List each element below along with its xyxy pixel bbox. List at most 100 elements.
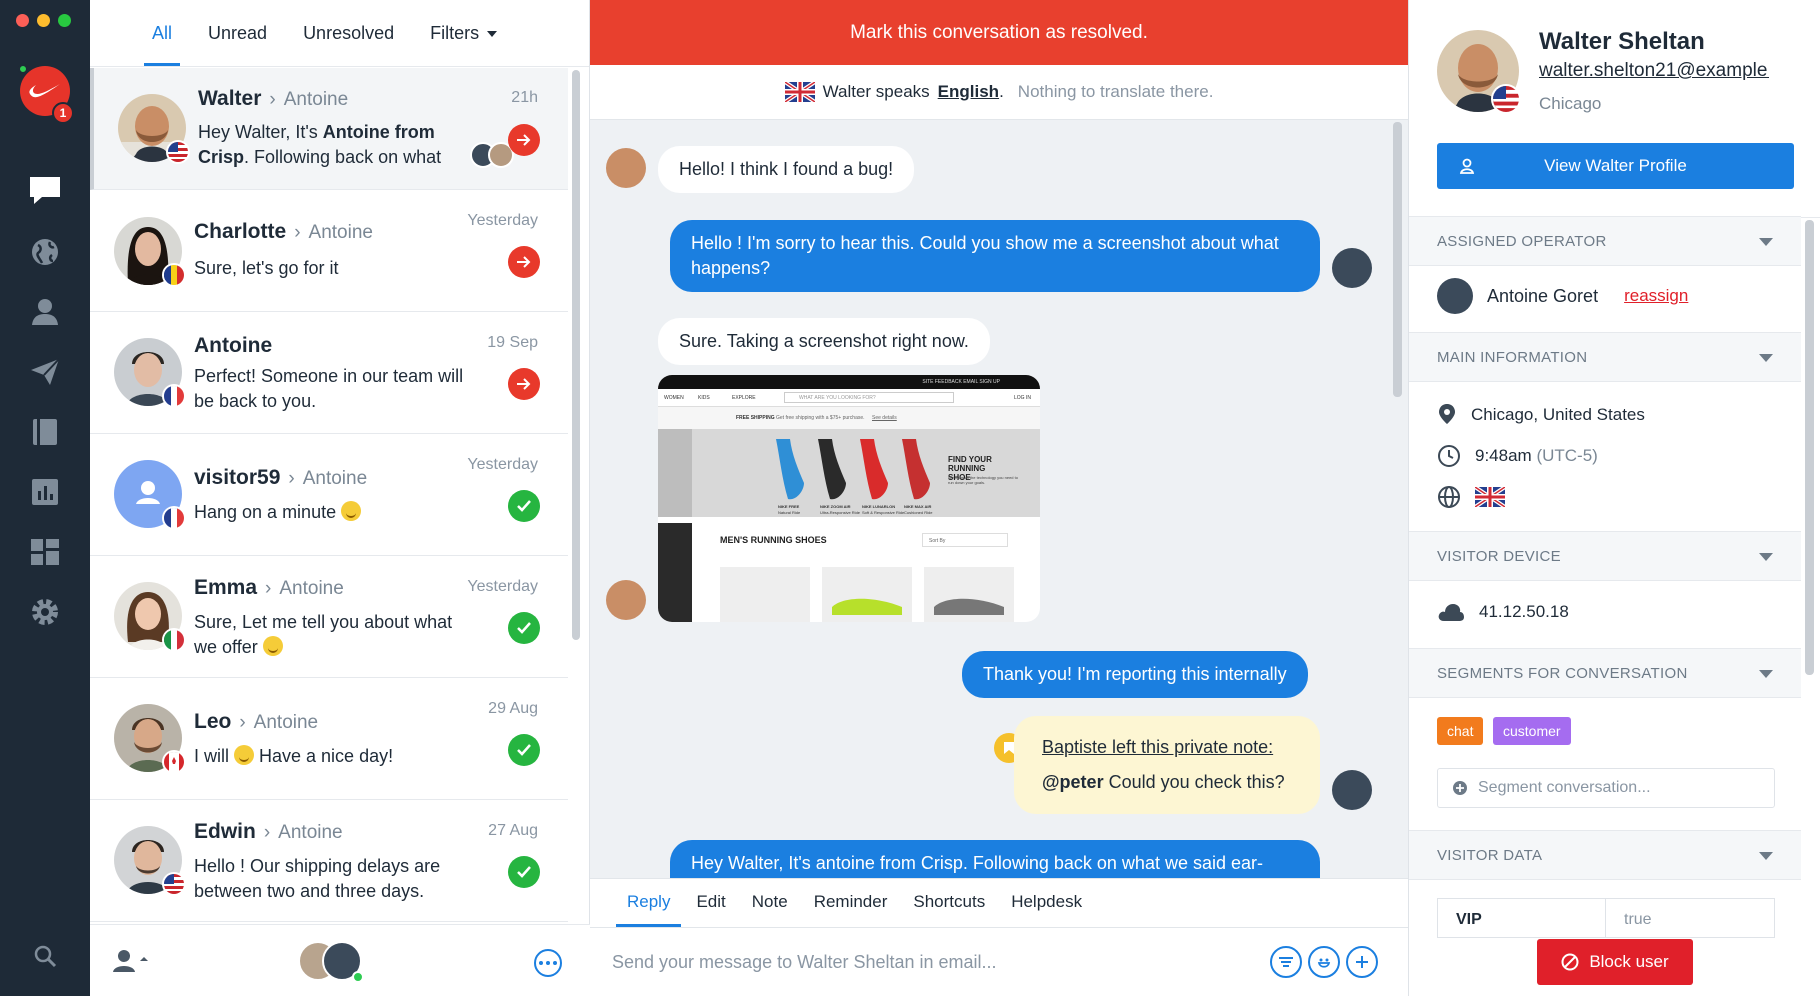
site-sort-select: Sort By (922, 533, 1008, 547)
visitor-device-section-header[interactable]: VISITOR DEVICE (1409, 531, 1801, 581)
conversation-item-walter[interactable]: WalterAntoine 21h Hey Walter, It's Antoi… (90, 68, 568, 190)
shortcuts-list-icon[interactable] (1270, 946, 1302, 978)
chat-nav-icon[interactable] (27, 172, 63, 208)
visitor-profile-panel: Walter Sheltan walter.shelton21@example.… (1408, 0, 1820, 996)
resolved-check-icon[interactable] (508, 612, 540, 644)
visitor-data-section-header[interactable]: VISITOR DATA (1409, 830, 1801, 880)
visitor-data-value[interactable]: true (1606, 899, 1652, 937)
conversation-time: 27 Aug (488, 822, 538, 839)
contacts-nav-icon[interactable] (27, 294, 63, 330)
main-information-section-header[interactable]: MAIN INFORMATION (1409, 332, 1801, 382)
conversation-item-visitor59[interactable]: visitor59Antoine Yesterday Hang on a min… (90, 434, 568, 556)
translate-language-link[interactable]: English (938, 82, 999, 102)
segment-placeholder: Segment conversation... (1478, 779, 1651, 796)
resolved-check-icon[interactable] (508, 490, 540, 522)
tab-filters[interactable]: Filters (412, 23, 515, 66)
operator-filter-icon[interactable] (112, 949, 148, 978)
pending-arrow-icon[interactable] (508, 246, 540, 278)
resolve-conversation-button[interactable]: Mark this conversation as resolved. (590, 0, 1408, 65)
conversation-preview: Hello ! Our shipping delays are between … (194, 856, 441, 901)
composer-tabs: Reply Edit Note Reminder Shortcuts Helpd… (590, 878, 1408, 928)
note-text: Could you check this? (1103, 772, 1285, 792)
operator-message: Hey Walter, It's antoine from Crisp. Fol… (670, 840, 1320, 878)
conversation-item-antoine[interactable]: Antoine 19 Sep Perfect! Someone in our t… (90, 312, 568, 434)
more-options-icon[interactable] (534, 949, 562, 977)
segment-tag-customer[interactable]: customer (1493, 717, 1571, 745)
analytics-nav-icon[interactable] (27, 474, 63, 510)
conversation-item-emma[interactable]: EmmaAntoine Yesterday Sure, Let me tell … (90, 556, 568, 678)
conversation-name: Walter (198, 87, 262, 110)
message-composer (590, 928, 1408, 996)
shoe-subtitle: Natural Ride (778, 510, 801, 515)
tab-reply[interactable]: Reply (614, 879, 683, 927)
segments-section-header[interactable]: SEGMENTS FOR CONVERSATION (1409, 648, 1801, 698)
site-hero-subtitle: We have all the technology you need to r… (948, 475, 1018, 485)
emoji-picker-icon[interactable] (1308, 946, 1340, 978)
close-window-button[interactable] (16, 14, 29, 27)
tab-unresolved[interactable]: Unresolved (285, 23, 412, 66)
website-logo[interactable]: 1 (18, 64, 74, 124)
swoosh-icon (29, 84, 60, 98)
visitor-email-link[interactable]: walter.shelton21@example.com (1539, 60, 1769, 82)
settings-gear-icon[interactable] (27, 594, 63, 630)
translate-note: Nothing to translate there. (1017, 82, 1214, 101)
chevron-down-icon (487, 31, 498, 38)
visitor-city: Chicago (1539, 94, 1602, 113)
block-user-button[interactable]: Block user (1537, 939, 1693, 985)
screenshot-attachment[interactable]: SITE FEEDBACK EMAIL SIGN UP WOMEN KIDS E… (658, 375, 1040, 622)
tab-note[interactable]: Note (739, 879, 801, 927)
window-controls (16, 14, 71, 27)
tab-reminder[interactable]: Reminder (801, 879, 901, 927)
tab-edit[interactable]: Edit (683, 879, 738, 927)
segment-tag-chat[interactable]: chat (1437, 717, 1484, 745)
conversation-name: Charlotte (194, 220, 287, 243)
visitor-message: Hello! I think I found a bug! (658, 146, 915, 193)
message-input[interactable] (612, 944, 1212, 980)
flag-fr-icon (162, 506, 186, 530)
conversation-operator: Antoine (286, 222, 373, 243)
reassign-link[interactable]: reassign (1624, 286, 1688, 306)
segment-input[interactable]: Segment conversation... (1437, 768, 1775, 808)
site-nav-item: EXPLORE (732, 395, 756, 401)
pending-arrow-icon[interactable] (508, 124, 540, 156)
site-login-link: LOG IN (1014, 395, 1031, 401)
pending-arrow-icon[interactable] (508, 368, 540, 400)
conversation-name: Emma (194, 576, 258, 599)
conversation-list-panel: All Unread Unresolved Filters WalterAnto… (90, 0, 590, 996)
chat-scrollbar[interactable] (1393, 122, 1402, 397)
plugins-nav-icon[interactable] (27, 534, 63, 570)
conversation-item-charlotte[interactable]: CharlotteAntoine Yesterday Sure, let's g… (90, 190, 568, 312)
assigned-operator-section-header[interactable]: ASSIGNED OPERATOR (1409, 216, 1801, 266)
tab-helpdesk[interactable]: Helpdesk (998, 879, 1095, 927)
campaigns-nav-icon[interactable] (27, 354, 63, 390)
conversation-item-edwin[interactable]: EdwinAntoine 27 Aug Hello ! Our shipping… (90, 800, 568, 922)
helpdesk-nav-icon[interactable] (27, 414, 63, 450)
profile-scrollbar[interactable] (1805, 220, 1814, 675)
location-pin-icon (1439, 404, 1455, 424)
site-nav-item: KIDS (698, 395, 710, 401)
resolved-check-icon[interactable] (508, 734, 540, 766)
tab-all[interactable]: All (134, 23, 190, 66)
site-details-link: See details (872, 415, 897, 421)
flag-ro-icon (162, 263, 186, 287)
chevron-down-icon (1759, 670, 1773, 678)
conversation-time: Yesterday (467, 212, 538, 229)
conversation-time: 29 Aug (488, 700, 538, 717)
resolved-check-icon[interactable] (508, 856, 540, 888)
globe-nav-icon[interactable] (27, 234, 63, 270)
online-status-dot (352, 971, 364, 983)
add-attachment-icon[interactable] (1346, 946, 1378, 978)
view-profile-button[interactable]: View Walter Profile (1437, 143, 1794, 189)
conversation-operator: Antoine (256, 822, 343, 843)
flag-us-icon (166, 140, 190, 164)
conversation-item-leo[interactable]: LeoAntoine 29 Aug I will Have a nice day… (90, 678, 568, 800)
flag-us-icon (1491, 84, 1521, 114)
tab-unread[interactable]: Unread (190, 23, 285, 66)
flag-uk-icon (784, 82, 815, 102)
maximize-window-button[interactable] (58, 14, 71, 27)
minimize-window-button[interactable] (37, 14, 50, 27)
search-icon[interactable] (27, 938, 63, 974)
tab-shortcuts[interactable]: Shortcuts (900, 879, 998, 927)
translate-suffix: . (999, 82, 1004, 101)
list-scrollbar[interactable] (572, 70, 580, 640)
